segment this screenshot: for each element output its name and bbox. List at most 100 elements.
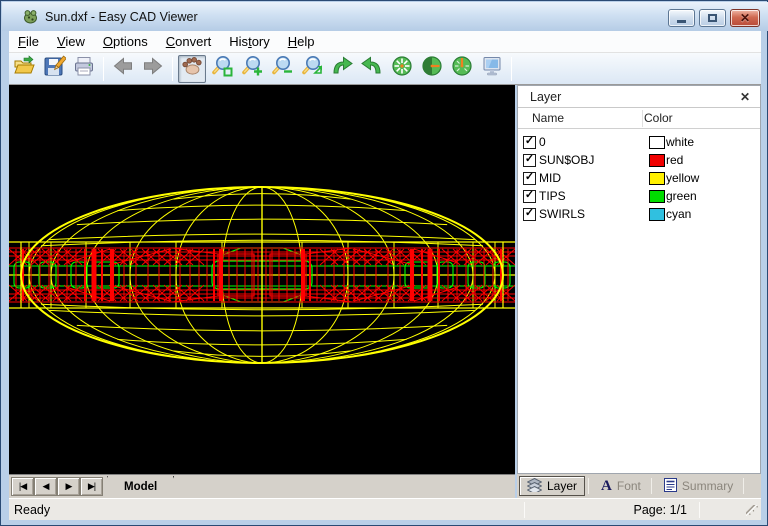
view-undo-button[interactable] <box>358 55 386 83</box>
sheet-nav-first-page-button[interactable]: |◀ <box>11 477 34 496</box>
zoom-in-button[interactable] <box>238 55 266 83</box>
panel-tab-layer[interactable]: Layer <box>519 476 585 496</box>
render-hand-up-icon <box>450 54 474 83</box>
menu-item-options[interactable]: Options <box>94 32 157 51</box>
layer-row[interactable]: ✓MIDyellow <box>518 169 760 187</box>
sheet-nav-last-page-button[interactable]: ▶| <box>80 477 103 496</box>
zoom-out-icon <box>270 54 294 83</box>
render-burst-icon <box>390 54 414 83</box>
color-name: white <box>666 135 694 149</box>
cad-wireframe <box>9 85 515 474</box>
maximize-button[interactable] <box>699 9 726 27</box>
open-button[interactable] <box>10 55 38 83</box>
color-name: green <box>666 189 697 203</box>
panel-tab-label: Summary <box>682 479 733 493</box>
color-swatch <box>649 136 665 149</box>
sheet-bar: |◀◀▶▶| Model <box>9 474 515 498</box>
layer-checkbox[interactable]: ✓ <box>523 136 536 149</box>
back-button[interactable] <box>109 55 137 83</box>
drawing-canvas[interactable] <box>9 85 515 474</box>
column-separator <box>642 110 643 127</box>
view-redo-button[interactable] <box>328 55 356 83</box>
print-button[interactable] <box>70 55 98 83</box>
color-name: red <box>666 153 683 167</box>
menu-item-history[interactable]: History <box>220 32 278 51</box>
fullscreen-button[interactable] <box>478 55 506 83</box>
color-swatch <box>649 190 665 203</box>
panel-tab-label: Font <box>617 479 641 493</box>
zoom-window-button[interactable] <box>208 55 236 83</box>
color-swatch <box>649 154 665 167</box>
menu-item-view[interactable]: View <box>48 32 94 51</box>
tab-model[interactable]: Model <box>107 476 174 497</box>
layer-panel: Layer ✕ Name Color ✓0white✓SUN$OBJred✓MI… <box>517 85 761 474</box>
layer-name: TIPS <box>539 189 645 203</box>
check-icon: ✓ <box>525 208 534 219</box>
panel-tab-separator <box>588 478 589 494</box>
column-header-color[interactable]: Color <box>644 111 673 125</box>
forward-icon <box>141 54 165 83</box>
layer-checkbox[interactable]: ✓ <box>523 154 536 167</box>
menu-item-help[interactable]: Help <box>279 32 324 51</box>
panel-tab-label: Layer <box>547 479 577 493</box>
zoom-out-button[interactable] <box>268 55 296 83</box>
toolbar-separator <box>511 57 512 81</box>
back-icon <box>111 54 135 83</box>
close-button[interactable]: ✕ <box>730 9 760 27</box>
layer-checkbox[interactable]: ✓ <box>523 208 536 221</box>
minimize-icon <box>677 20 686 23</box>
layer-checkbox[interactable]: ✓ <box>523 172 536 185</box>
layer-panel-titlebar: Layer ✕ <box>518 86 760 108</box>
check-icon: ✓ <box>525 154 534 165</box>
view-undo-icon <box>360 54 384 83</box>
panel-tab-font[interactable]: A Font <box>594 476 648 496</box>
render-hand-right-button[interactable] <box>418 55 446 83</box>
zoom-in-icon <box>240 54 264 83</box>
app-window: Sun.dxf - Easy CAD Viewer ✕ FileViewOpti… <box>0 0 768 526</box>
layer-row[interactable]: ✓ SWIRLS cyan <box>518 205 760 223</box>
panel-tab-bar: Layer A Font Summary <box>517 474 761 498</box>
fullscreen-icon <box>480 54 504 83</box>
column-header-name[interactable]: Name <box>532 111 644 125</box>
pan-icon <box>180 54 204 83</box>
save-button[interactable] <box>40 55 68 83</box>
zoom-window-icon <box>210 54 234 83</box>
layer-name: 0 <box>539 135 645 149</box>
layer-row[interactable]: ✓ TIPS green <box>518 187 760 205</box>
sheet-nav-next-page-button[interactable]: ▶ <box>57 477 80 496</box>
font-a-icon: A <box>601 478 612 495</box>
resize-grip[interactable] <box>746 505 759 518</box>
sheet-nav-group: |◀◀▶▶| <box>11 477 103 496</box>
pan-button[interactable] <box>178 55 206 83</box>
zoom-dynamic-icon <box>300 54 324 83</box>
color-name: cyan <box>666 207 691 221</box>
title-bar[interactable]: Sun.dxf - Easy CAD Viewer ✕ <box>2 2 768 31</box>
menu-item-convert[interactable]: Convert <box>157 32 221 51</box>
check-icon: ✓ <box>525 190 534 201</box>
layer-name: SWIRLS <box>539 207 645 221</box>
app-icon <box>22 8 39 25</box>
minimize-button[interactable] <box>668 9 695 27</box>
layer-panel-title: Layer <box>530 90 736 104</box>
layer-name: MID <box>539 171 645 185</box>
zoom-dynamic-button[interactable] <box>298 55 326 83</box>
layer-panel-close-icon[interactable]: ✕ <box>736 89 754 105</box>
layer-checkbox[interactable]: ✓ <box>523 190 536 203</box>
render-hand-right-icon <box>420 54 444 83</box>
save-icon <box>42 54 66 83</box>
toolbar <box>9 53 761 85</box>
color-swatch <box>649 172 665 185</box>
check-icon: ✓ <box>525 136 534 147</box>
render-hand-up-button[interactable] <box>448 55 476 83</box>
panel-tab-summary[interactable]: Summary <box>657 476 740 496</box>
forward-button[interactable] <box>139 55 167 83</box>
status-text: Ready <box>14 503 524 517</box>
view-redo-icon <box>330 54 354 83</box>
panel-tab-separator <box>743 478 744 494</box>
layer-row[interactable]: ✓ 0 white <box>518 133 760 151</box>
sheet-nav-previous-page-button[interactable]: ◀ <box>34 477 57 496</box>
render-burst-button[interactable] <box>388 55 416 83</box>
layer-row[interactable]: ✓SUN$OBJred <box>518 151 760 169</box>
color-swatch <box>649 208 665 221</box>
menu-item-file[interactable]: File <box>9 32 48 51</box>
